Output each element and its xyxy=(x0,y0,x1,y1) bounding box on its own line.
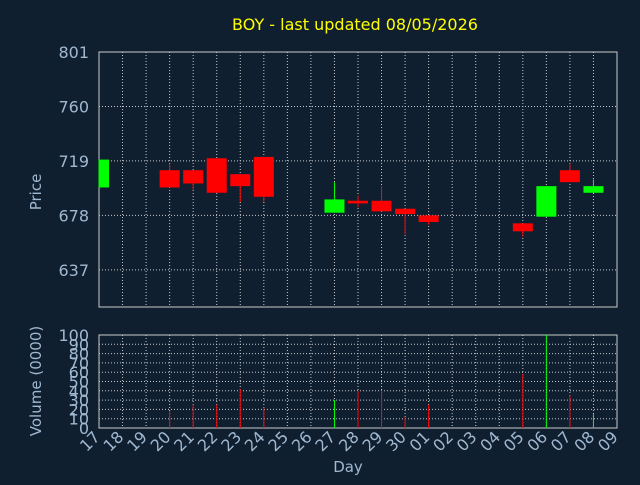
x-axis: 1718192021222324252627282930010203040506… xyxy=(76,427,622,455)
candlestick-volume-chart: BOY - last updated 08/05/2026 801 760 719 6… xyxy=(0,0,640,480)
chart-canvas: BOY - last updated 08/05/2026 801 760 719 6… xyxy=(0,0,640,480)
candle-body xyxy=(418,215,439,222)
x-axis-label: Day xyxy=(333,458,363,476)
candle-body xyxy=(253,156,274,197)
candle-body xyxy=(348,200,368,204)
volume-axis-label: Volume (0000) xyxy=(27,326,45,436)
price-tick-label: 760 xyxy=(58,97,89,116)
candle-body xyxy=(371,200,392,212)
price-axis-label: Price xyxy=(27,174,45,211)
candle-body xyxy=(230,174,251,187)
candle-body xyxy=(99,159,109,188)
candle-22 xyxy=(206,158,227,193)
price-tick-label: 801 xyxy=(58,43,89,62)
candle-body xyxy=(183,170,204,184)
candle-body xyxy=(159,170,180,188)
chart-background xyxy=(0,0,640,480)
candle-06 xyxy=(536,186,557,217)
candle-body xyxy=(583,186,604,193)
candle-24 xyxy=(253,156,274,203)
candle-body xyxy=(512,223,533,232)
candle-body xyxy=(395,208,416,215)
price-tick-label: 678 xyxy=(58,206,89,225)
candle-body xyxy=(206,158,227,193)
chart-title: BOY - last updated 08/05/2026 xyxy=(232,15,478,34)
price-tick-label: 719 xyxy=(58,152,89,171)
candle-body xyxy=(559,170,580,183)
price-tick-label: 637 xyxy=(58,261,89,280)
candle-17 xyxy=(98,159,109,188)
candle-body xyxy=(536,186,557,217)
candle-body xyxy=(324,199,345,213)
